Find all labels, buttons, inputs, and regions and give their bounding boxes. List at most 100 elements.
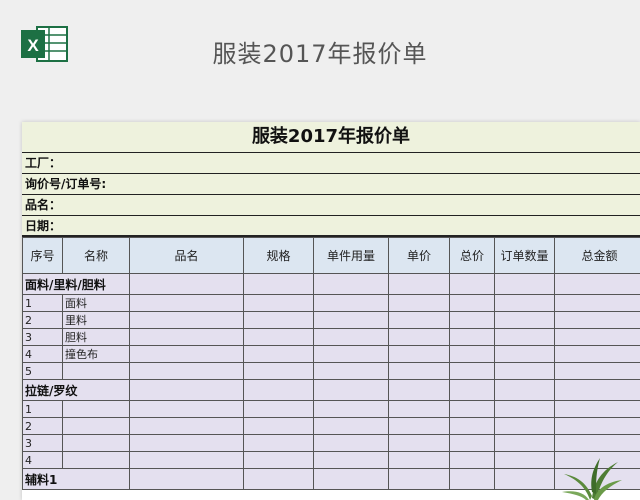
table-cell[interactable]	[449, 434, 495, 452]
table-cell[interactable]	[388, 417, 450, 435]
row-number[interactable]: 1	[22, 294, 63, 312]
table-cell[interactable]	[449, 417, 495, 435]
table-cell[interactable]	[554, 434, 640, 452]
table-cell[interactable]	[313, 345, 389, 363]
row-name[interactable]: 里料	[62, 311, 130, 329]
row-name[interactable]	[62, 451, 130, 469]
table-cell[interactable]	[313, 362, 389, 380]
table-cell[interactable]	[243, 379, 314, 401]
table-cell[interactable]	[494, 328, 555, 346]
row-name[interactable]: 面料	[62, 294, 130, 312]
row-number[interactable]: 2	[22, 417, 63, 435]
col-header[interactable]: 订单数量	[494, 237, 555, 274]
table-cell[interactable]	[388, 345, 450, 363]
table-cell[interactable]	[449, 345, 495, 363]
row-name[interactable]	[62, 400, 130, 418]
row-name[interactable]	[62, 434, 130, 452]
table-cell[interactable]	[129, 328, 244, 346]
section-label[interactable]: 面料/里料/胆料	[22, 273, 130, 295]
table-cell[interactable]	[449, 400, 495, 418]
row-name[interactable]	[62, 417, 130, 435]
table-cell[interactable]	[129, 294, 244, 312]
info-factory[interactable]: 工厂：	[22, 153, 640, 174]
table-cell[interactable]	[494, 379, 555, 401]
table-cell[interactable]	[388, 468, 450, 490]
table-cell[interactable]	[494, 273, 555, 295]
table-cell[interactable]	[554, 294, 640, 312]
table-cell[interactable]	[243, 328, 314, 346]
table-cell[interactable]	[313, 311, 389, 329]
table-cell[interactable]	[243, 273, 314, 295]
table-cell[interactable]	[129, 345, 244, 363]
table-cell[interactable]	[494, 468, 555, 490]
table-cell[interactable]	[554, 379, 640, 401]
table-cell[interactable]	[129, 273, 244, 295]
table-cell[interactable]	[388, 273, 450, 295]
row-name[interactable]	[62, 362, 130, 380]
table-cell[interactable]	[313, 451, 389, 469]
table-cell[interactable]	[449, 328, 495, 346]
table-cell[interactable]	[494, 417, 555, 435]
table-cell[interactable]	[243, 294, 314, 312]
table-cell[interactable]	[494, 362, 555, 380]
table-cell[interactable]	[494, 451, 555, 469]
table-cell[interactable]	[449, 311, 495, 329]
table-cell[interactable]	[449, 273, 495, 295]
table-cell[interactable]	[129, 468, 244, 490]
table-cell[interactable]	[554, 311, 640, 329]
section-label[interactable]: 拉链/罗纹	[22, 379, 130, 401]
table-cell[interactable]	[243, 362, 314, 380]
table-cell[interactable]	[388, 379, 450, 401]
table-cell[interactable]	[494, 400, 555, 418]
row-number[interactable]: 3	[22, 328, 63, 346]
table-cell[interactable]	[243, 417, 314, 435]
table-cell[interactable]	[449, 379, 495, 401]
row-name[interactable]: 撞色布	[62, 345, 130, 363]
table-cell[interactable]	[388, 362, 450, 380]
table-cell[interactable]	[243, 311, 314, 329]
table-cell[interactable]	[313, 400, 389, 418]
table-cell[interactable]	[129, 434, 244, 452]
table-cell[interactable]	[388, 294, 450, 312]
row-number[interactable]: 2	[22, 311, 63, 329]
table-cell[interactable]	[129, 311, 244, 329]
table-cell[interactable]	[313, 379, 389, 401]
col-header[interactable]: 名称	[62, 237, 130, 274]
table-cell[interactable]	[243, 434, 314, 452]
table-cell[interactable]	[494, 294, 555, 312]
row-name[interactable]: 胆料	[62, 328, 130, 346]
table-cell[interactable]	[494, 311, 555, 329]
table-cell[interactable]	[388, 451, 450, 469]
table-cell[interactable]	[494, 345, 555, 363]
table-cell[interactable]	[313, 328, 389, 346]
col-header[interactable]: 品名	[129, 237, 244, 274]
table-cell[interactable]	[129, 379, 244, 401]
table-cell[interactable]	[388, 400, 450, 418]
row-number[interactable]: 3	[22, 434, 63, 452]
table-cell[interactable]	[129, 451, 244, 469]
table-cell[interactable]	[449, 294, 495, 312]
col-header[interactable]: 单价	[388, 237, 450, 274]
table-cell[interactable]	[554, 400, 640, 418]
table-cell[interactable]	[129, 400, 244, 418]
table-cell[interactable]	[554, 345, 640, 363]
table-cell[interactable]	[449, 451, 495, 469]
table-cell[interactable]	[313, 434, 389, 452]
table-cell[interactable]	[243, 451, 314, 469]
col-header[interactable]: 总价	[449, 237, 495, 274]
table-cell[interactable]	[554, 362, 640, 380]
table-cell[interactable]	[313, 273, 389, 295]
table-cell[interactable]	[388, 434, 450, 452]
table-cell[interactable]	[243, 400, 314, 418]
table-cell[interactable]	[554, 273, 640, 295]
table-cell[interactable]	[243, 345, 314, 363]
table-cell[interactable]	[449, 468, 495, 490]
row-number[interactable]: 4	[22, 345, 63, 363]
row-number[interactable]: 5	[22, 362, 63, 380]
section-label[interactable]: 辅料1	[22, 468, 130, 490]
info-order-number[interactable]: 询价号/订单号:	[22, 174, 640, 195]
table-cell[interactable]	[449, 362, 495, 380]
info-product-name[interactable]: 品名：	[22, 195, 640, 216]
table-cell[interactable]	[554, 417, 640, 435]
table-cell[interactable]	[313, 417, 389, 435]
